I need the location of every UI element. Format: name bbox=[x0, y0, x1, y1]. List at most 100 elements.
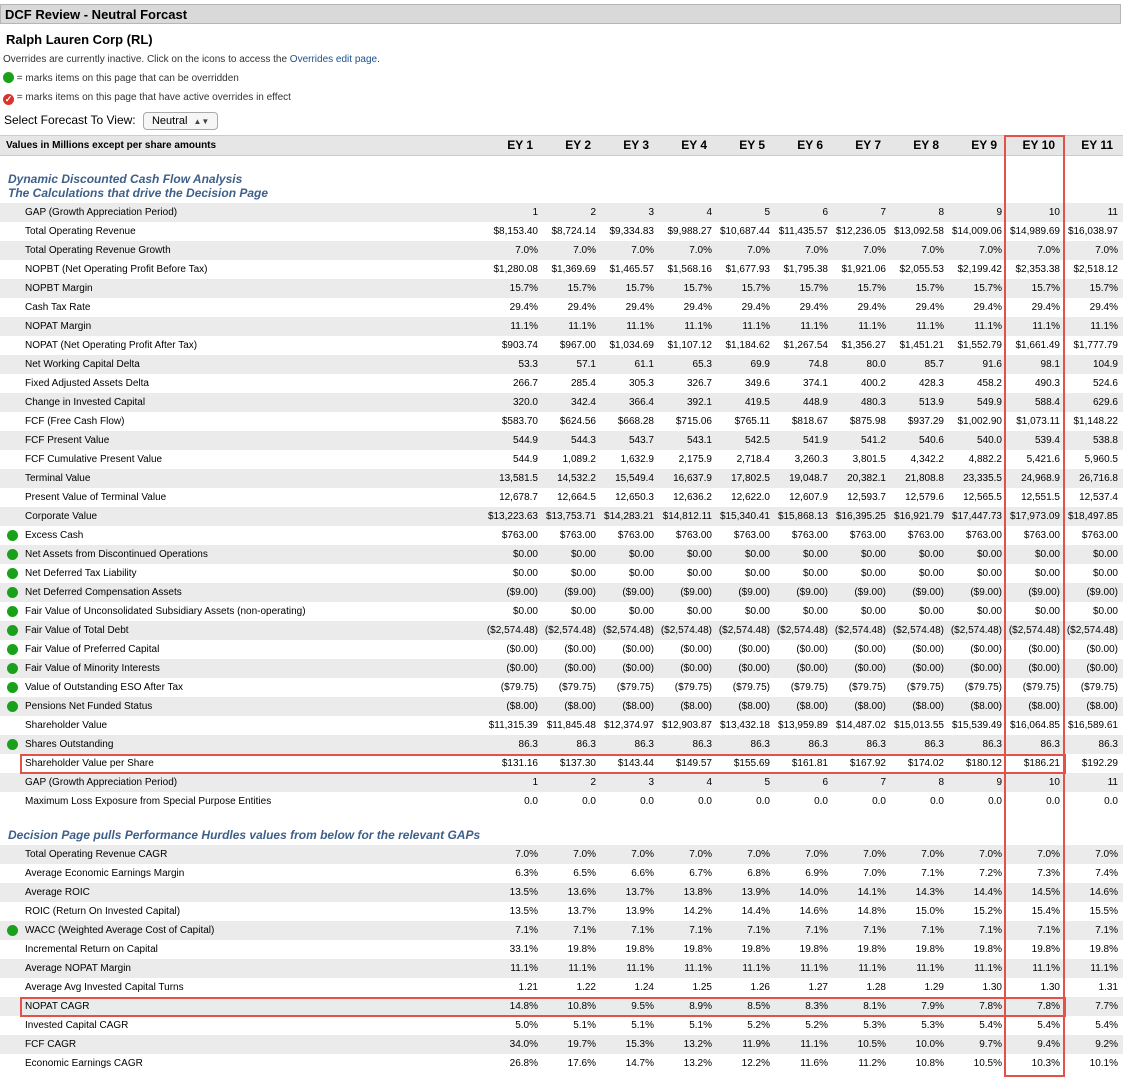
override-dot-icon[interactable] bbox=[7, 568, 18, 579]
table-row: Net Assets from Discontinued Operations $… bbox=[0, 545, 1123, 564]
cell-value: $0.00 bbox=[1092, 549, 1118, 560]
row-label: Net Deferred Tax Liability bbox=[25, 568, 137, 579]
table-row: GAP (Growth Appreciation Period) 1 2 3 4 5 6 7 8… bbox=[0, 773, 1123, 792]
row-label: Shareholder Value bbox=[25, 720, 108, 731]
cell-value: 86.3 bbox=[1098, 739, 1118, 750]
cell-value: 7.0% bbox=[1095, 245, 1118, 256]
cell-value: ($0.00) bbox=[1086, 644, 1118, 655]
row-label: Value of Outstanding ESO After Tax bbox=[25, 682, 184, 693]
table-row: Net Deferred Compensation Assets ($9.00)(… bbox=[0, 583, 1123, 602]
override-dot-icon[interactable] bbox=[7, 549, 18, 560]
cell-value: 11.1% bbox=[1090, 321, 1118, 332]
override-dot-icon[interactable] bbox=[7, 663, 18, 674]
row-label: Cash Tax Rate bbox=[25, 302, 91, 313]
table-row: Shareholder Value per Share $131.16 $137.3… bbox=[0, 754, 1123, 773]
table-row: NOPAT Margin 11.1% 11.1% 11.1% 11.1% 11.1% 11.… bbox=[0, 317, 1123, 336]
cell-value: $1,777.79 bbox=[1073, 340, 1119, 351]
table-row: Pensions Net Funded Status ($8.00) ($8.00)… bbox=[0, 697, 1123, 716]
row-label: Excess Cash bbox=[25, 530, 84, 541]
cell-value: $763.00 bbox=[1081, 530, 1118, 541]
cell-value: $1,148.22 bbox=[1073, 416, 1119, 427]
table-row: NOPBT (Net Operating Profit Before Tax) $… bbox=[0, 260, 1123, 279]
table-row: Economic Earnings CAGR 26.8% 17.6% 14.7% 13.… bbox=[0, 1054, 1123, 1073]
override-dot-icon[interactable] bbox=[7, 606, 18, 617]
cell-value: 629.6 bbox=[1092, 397, 1118, 408]
red-check-icon: ✓ bbox=[3, 94, 14, 105]
cell-value: 104.9 bbox=[1092, 359, 1118, 370]
cell-value: 12,537.4 bbox=[1079, 492, 1118, 503]
row-label: Net Deferred Compensation Assets bbox=[25, 587, 182, 598]
row-label: Average Avg Invested Capital Turns bbox=[25, 982, 184, 993]
row-label: Terminal Value bbox=[25, 473, 91, 484]
table-row: NOPBT Margin 15.7% 15.7% 15.7% 15.7% 15.7% 15.… bbox=[0, 279, 1123, 298]
cell-value: $16,589.61 bbox=[1067, 720, 1118, 731]
override-dot-icon[interactable] bbox=[7, 739, 18, 750]
table-row: GAP (Growth Appreciation Period) 1 2 3 4 5 6 7 8… bbox=[0, 203, 1123, 222]
override-dot-icon[interactable] bbox=[7, 587, 18, 598]
override-dot-icon[interactable] bbox=[7, 682, 18, 693]
cell-value: 538.8 bbox=[1092, 435, 1118, 446]
table-row: Average NOPAT Margin 11.1% 11.1% 11.1% 11.1%… bbox=[0, 959, 1123, 978]
window-title: DCF Review - Neutral Forcast bbox=[0, 4, 1121, 24]
cell-value: $16,038.97 bbox=[1067, 226, 1118, 237]
table-row: Total Operating Revenue $8,153.40 $8,724.1… bbox=[0, 222, 1123, 241]
row-label: NOPBT Margin bbox=[25, 283, 93, 294]
cell-value: 11.1% bbox=[1090, 963, 1118, 974]
table-row: Maximum Loss Exposure from Special Purpo… bbox=[0, 792, 1123, 811]
row-label: FCF CAGR bbox=[25, 1039, 77, 1050]
table-row: Invested Capital CAGR 5.0% 5.1% 5.1% 5.1% 5.2… bbox=[0, 1016, 1123, 1035]
row-label: NOPAT (Net Operating Profit After Tax) bbox=[25, 340, 198, 351]
cell-value: 0.0 bbox=[1104, 796, 1118, 807]
table-row: Fair Value of Total Debt ($2,574.48) ($2,5… bbox=[0, 621, 1123, 640]
table-row: WACC (Weighted Average Cost of Capital) 7… bbox=[0, 921, 1123, 940]
table-header-label: Values in Millions except per share amou… bbox=[6, 140, 217, 151]
cell-value: 7.1% bbox=[1095, 925, 1118, 936]
row-label: Corporate Value bbox=[25, 511, 98, 522]
table-row: Value of Outstanding ESO After Tax ($79.7… bbox=[0, 678, 1123, 697]
section1-title: Dynamic Discounted Cash Flow Analysis bbox=[8, 172, 243, 186]
row-label: FCF (Free Cash Flow) bbox=[25, 416, 125, 427]
cell-value: 5.4% bbox=[1095, 1020, 1118, 1031]
cell-value: 19.8% bbox=[1089, 944, 1118, 955]
cell-value: 7.4% bbox=[1095, 868, 1118, 879]
row-label: Shareholder Value per Share bbox=[25, 758, 154, 769]
row-label: Economic Earnings CAGR bbox=[25, 1058, 143, 1069]
cell-value: 5,960.5 bbox=[1084, 454, 1118, 465]
table-row: FCF (Free Cash Flow) $583.70 $624.56 $668.2… bbox=[0, 412, 1123, 431]
table-row: Average ROIC 13.5% 13.6% 13.7% 13.8% 13.9% 14.… bbox=[0, 883, 1123, 902]
cell-value: 15.5% bbox=[1089, 906, 1118, 917]
override-dot-icon[interactable] bbox=[7, 644, 18, 655]
forecast-select-row: Select Forecast To View: Neutral ▲▼ bbox=[4, 111, 219, 130]
section1-subtitle: The Calculations that drive the Decision… bbox=[8, 186, 269, 200]
cell-value: 29.4% bbox=[1089, 302, 1118, 313]
cell-value: $2,518.12 bbox=[1073, 264, 1119, 275]
cell-value: $0.00 bbox=[1092, 568, 1118, 579]
override-dot-icon[interactable] bbox=[7, 701, 18, 712]
override-dot-icon[interactable] bbox=[7, 625, 18, 636]
cell-value: $192.29 bbox=[1081, 758, 1118, 769]
row-label: Invested Capital CAGR bbox=[25, 1020, 129, 1031]
cell-value: $0.00 bbox=[1092, 606, 1118, 617]
cell-value: ($2,574.48) bbox=[1066, 625, 1118, 636]
override-dot-icon[interactable] bbox=[7, 925, 18, 936]
cell-value: $18,497.85 bbox=[1067, 511, 1118, 522]
cell-value: ($79.75) bbox=[1080, 682, 1118, 693]
column-header: EY 7 bbox=[855, 138, 881, 152]
row-label: Shares Outstanding bbox=[25, 739, 114, 750]
row-label: GAP (Growth Appreciation Period) bbox=[25, 777, 178, 788]
table-row: Corporate Value $13,223.63 $13,753.71 $14,2… bbox=[0, 507, 1123, 526]
forecast-select[interactable]: Neutral ▲▼ bbox=[142, 111, 219, 130]
table-row: Net Working Capital Delta 53.3 57.1 61.1 65.… bbox=[0, 355, 1123, 374]
legend-overridable-text: = marks items on this page that can be o… bbox=[16, 73, 239, 84]
table-row: Shareholder Value $11,315.39 $11,845.48 $12… bbox=[0, 716, 1123, 735]
override-dot-icon[interactable] bbox=[7, 530, 18, 541]
column-header: EY 8 bbox=[913, 138, 939, 152]
table-row: Average Avg Invested Capital Turns 1.21 1.… bbox=[0, 978, 1123, 997]
table-row: Fair Value of Minority Interests ($0.00)(… bbox=[0, 659, 1123, 678]
table-row: ROIC (Return On Invested Capital) 13.5% 13… bbox=[0, 902, 1123, 921]
cell-value: 11 bbox=[1107, 777, 1118, 788]
overrides-edit-link[interactable]: Overrides edit page bbox=[290, 54, 377, 65]
row-label: Average Economic Earnings Margin bbox=[25, 868, 185, 879]
legend-overridable: = marks items on this page that can be o… bbox=[3, 72, 239, 85]
row-label: WACC (Weighted Average Cost of Capital) bbox=[25, 925, 215, 936]
